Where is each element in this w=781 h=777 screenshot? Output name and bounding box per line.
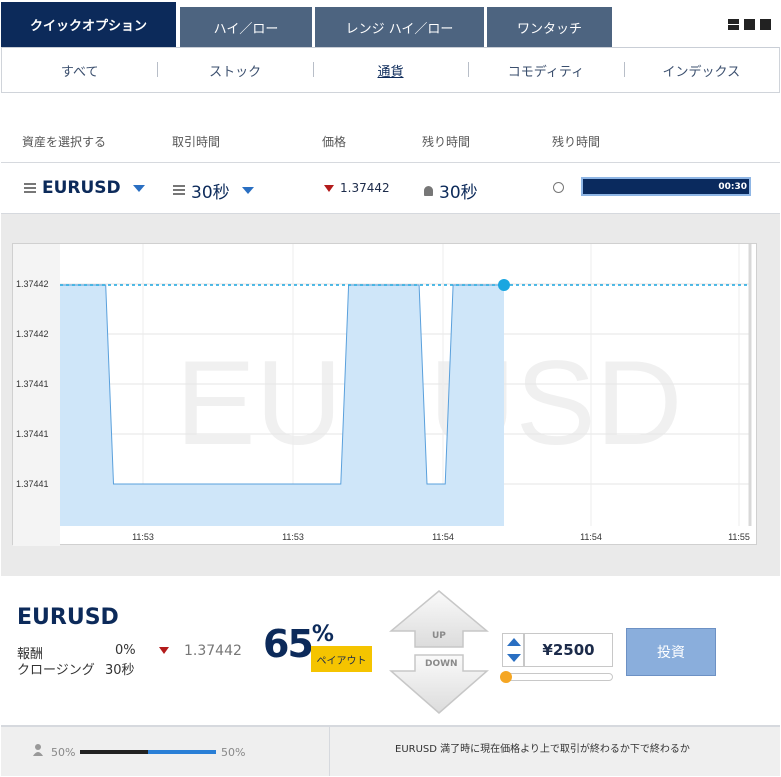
slider-handle[interactable] [500, 671, 512, 683]
label-remaining-time: 残り時間 [422, 135, 471, 149]
label-trade-period: 取引時間 [172, 135, 221, 149]
up-down-control: UP DOWN [388, 589, 490, 717]
x-tick-label: 11:53 [132, 532, 154, 542]
duration-dropdown[interactable]: 30秒 [173, 178, 254, 203]
footer-divider [329, 726, 330, 776]
x-tick-label: 11:53 [282, 532, 304, 542]
y-tick-label: 1.37441 [16, 479, 49, 489]
sentiment-bar-down [80, 750, 148, 754]
amount-slider[interactable] [502, 673, 613, 681]
tab-range-high-low[interactable]: レンジ ハイ／ロー [315, 7, 486, 47]
amount-stepper[interactable] [502, 633, 524, 667]
sentiment-bar-up [148, 750, 216, 754]
countdown-bar: 00:30 [581, 177, 751, 196]
panel-price: 1.37442 [184, 643, 242, 659]
chevron-down-icon [241, 187, 254, 194]
up-down-arrows-svg [388, 590, 490, 714]
chart-svg: EURUSD 1.37442 1.37442 1.37441 1.37441 1.3744… [13, 244, 752, 546]
category-index[interactable]: インデックス [623, 61, 779, 80]
list-icon [173, 185, 185, 196]
selected-asset: EURUSD [42, 178, 121, 198]
y-axis-gutter [13, 244, 60, 546]
category-commodity[interactable]: コモディティ [468, 61, 623, 80]
tab-one-touch[interactable]: ワンタッチ [487, 7, 614, 47]
down-label: DOWN [425, 659, 458, 669]
view-mode-switcher [728, 19, 771, 30]
amount-field[interactable]: ¥2500 [524, 633, 613, 667]
app-root: クイックオプション ハイ／ロー レンジ ハイ／ロー ワンタッチ すべて ストック… [0, 0, 781, 777]
label-remaining-time-bar: 残り時間 [552, 135, 601, 149]
payout-badge: ペイアウト [311, 646, 372, 672]
decrease-icon[interactable] [507, 654, 521, 662]
category-stock[interactable]: ストック [157, 61, 312, 80]
payout-percent-value: 65 [263, 622, 314, 666]
sentiment-right-pct: 50% [221, 746, 246, 759]
single-view-icon[interactable] [744, 19, 755, 30]
tab-quick-option[interactable]: クイックオプション [1, 2, 178, 47]
price-value: 1.37442 [340, 181, 390, 195]
split-view-icon[interactable] [728, 19, 739, 30]
y-tick-label: 1.37441 [16, 379, 49, 389]
x-tick-label: 11:54 [432, 532, 454, 542]
y-tick-label: 1.37442 [16, 329, 49, 339]
remaining-time: 30秒 [424, 178, 478, 203]
price-chart[interactable]: EURUSD 1.37442 1.37442 1.37441 1.37441 1.3744… [12, 243, 757, 546]
y-tick-label: 1.37442 [16, 279, 49, 289]
price-down-icon [324, 184, 334, 192]
remaining-value: 30秒 [439, 183, 478, 203]
invest-button[interactable]: 投資 [626, 628, 716, 676]
option-type-tabs: クイックオプション ハイ／ロー レンジ ハイ／ロー ワンタッチ [0, 0, 781, 47]
clock-wrap [553, 182, 564, 193]
current-price: 1.37442 [324, 181, 390, 195]
expiry-message: EURUSD 満了時に現在価格より上で取引が終わるか下で終わるか [395, 744, 690, 755]
sentiment-left-pct: 50% [51, 746, 76, 759]
payout-value: 0% [115, 643, 136, 658]
x-tick-label: 11:55 [728, 532, 750, 542]
up-label: UP [432, 631, 446, 641]
chevron-down-icon [132, 184, 145, 192]
bell-icon [424, 185, 433, 196]
y-tick-label: 1.37441 [16, 429, 49, 439]
category-currency[interactable]: 通貨 [312, 61, 468, 80]
list-icon [24, 182, 36, 194]
asset-dropdown[interactable]: EURUSD [24, 178, 145, 198]
full-view-icon[interactable] [760, 19, 771, 30]
category-all[interactable]: すべて [2, 61, 157, 80]
selected-duration: 30秒 [191, 183, 230, 203]
percent-sign: % [311, 622, 334, 647]
countdown-text: 00:30 [718, 181, 747, 192]
closing-label: クロージング [17, 663, 95, 678]
panel-asset-name: EURUSD [17, 605, 119, 630]
asset-category-bar: すべて ストック 通貨 コモディティ インデックス [1, 47, 780, 93]
x-tick-label: 11:54 [580, 532, 602, 542]
closing-value: 30秒 [105, 663, 135, 678]
increase-icon[interactable] [507, 638, 521, 646]
current-price-dot [498, 279, 510, 291]
label-select-asset: 資産を選択する [22, 135, 107, 149]
price-down-icon [159, 647, 169, 654]
clock-icon [553, 182, 564, 193]
tab-high-low[interactable]: ハイ／ロー [180, 7, 314, 47]
person-icon [33, 744, 43, 756]
chart-watermark: EURUSD [176, 336, 683, 470]
label-price: 価格 [322, 135, 347, 149]
